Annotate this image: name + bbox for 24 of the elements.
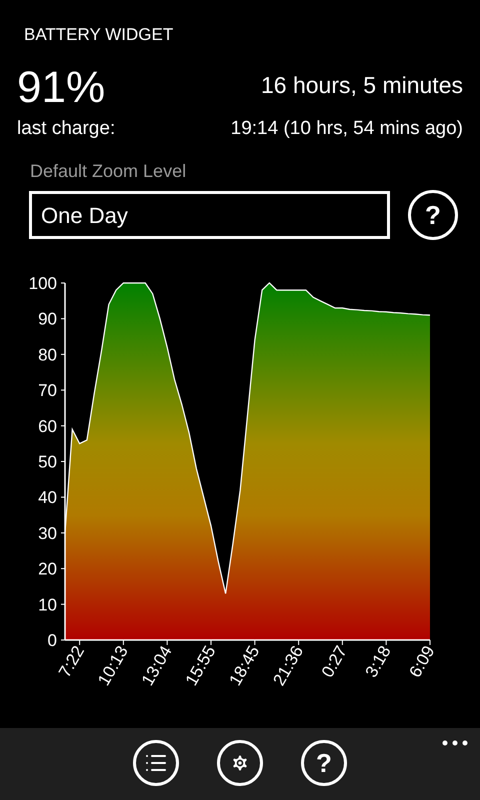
y-tick-label: 30 [38,524,57,543]
zoom-level-label: Default Zoom Level [30,161,186,181]
more-icon[interactable] [442,740,468,746]
y-tick-label: 100 [28,274,57,293]
last-charge-label: last charge: [17,116,116,141]
y-tick-label: 40 [38,488,57,508]
app-title: BATTERY WIDGET [24,25,174,44]
y-tick-label: 60 [38,416,57,436]
y-tick-label: 50 [38,452,57,472]
settings-icon [230,753,250,773]
y-tick-label: 0 [48,631,57,650]
help-button[interactable]: ? [301,740,347,786]
settings-button[interactable] [217,740,263,786]
remaining-time: 16 hours, 5 minutes [260,70,463,100]
y-tick-label: 80 [38,345,57,364]
y-tick-label: 20 [38,560,57,579]
zoom-level-select[interactable]: One Day [29,191,390,239]
y-tick-label: 10 [38,595,57,614]
y-tick-label: 90 [38,310,57,329]
last-charge-value: 19:14 (10 hrs, 54 mins ago) [230,116,463,141]
y-tick-label: 70 [38,381,57,400]
battery-percentage: 91% [17,66,106,114]
list-button[interactable] [133,740,179,786]
help-button[interactable]: ? [408,190,458,240]
